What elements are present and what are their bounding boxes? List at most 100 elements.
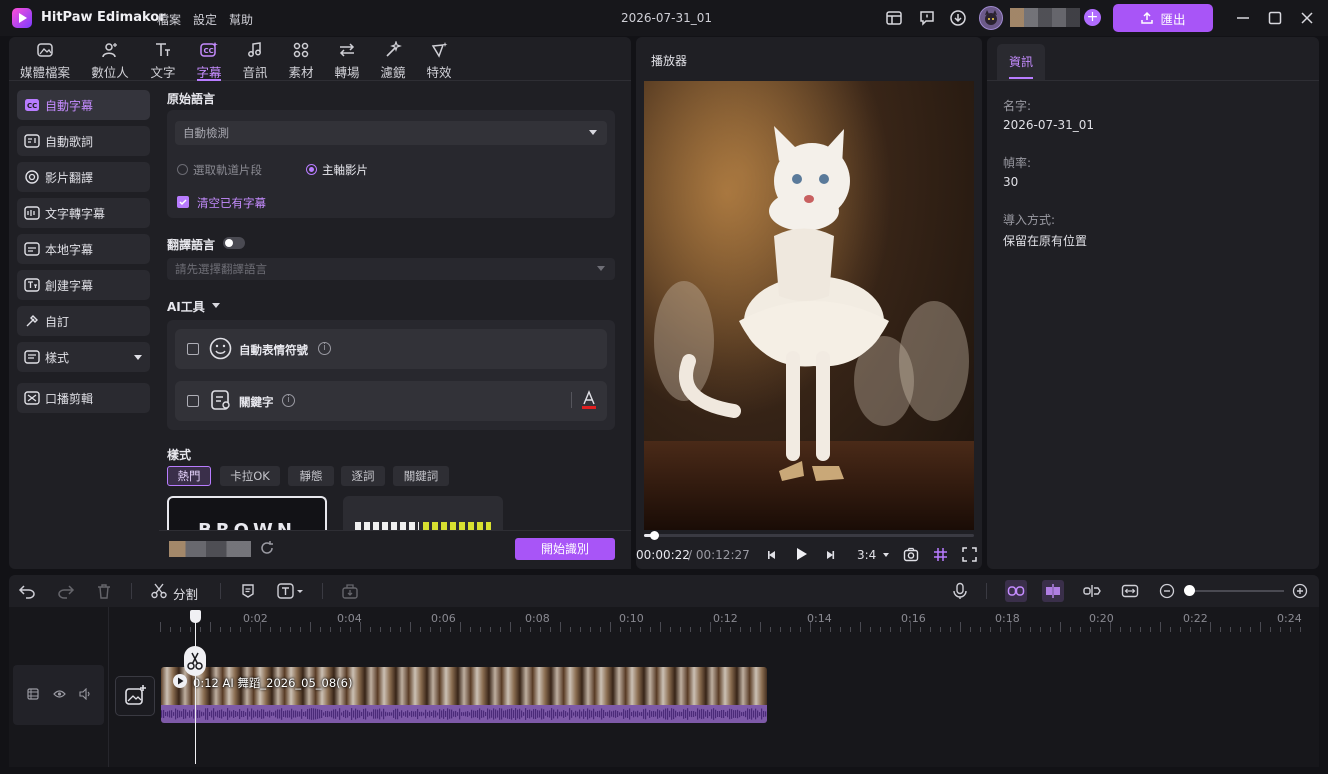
tab-text[interactable]: 文字 xyxy=(139,40,187,80)
style-chip-karaoke[interactable]: 卡拉OK xyxy=(220,466,280,486)
style-chip-popular[interactable]: 熱門 xyxy=(167,466,211,486)
source-language-select[interactable]: 自動檢測 xyxy=(175,121,607,145)
tab-elements[interactable]: 素材 xyxy=(277,40,325,80)
fullscreen-icon[interactable] xyxy=(962,547,977,562)
microphone-icon[interactable] xyxy=(950,581,970,601)
keywords-label: 關鍵字 xyxy=(239,395,274,409)
link-icon[interactable] xyxy=(1005,580,1027,602)
font-color-icon[interactable] xyxy=(580,390,598,410)
feedback-icon[interactable] xyxy=(915,6,939,30)
layout-icon[interactable] xyxy=(882,6,906,30)
upgrade-plus-icon[interactable]: + xyxy=(1084,9,1101,26)
redo-icon[interactable] xyxy=(56,581,76,601)
player-progress-track[interactable] xyxy=(644,534,974,537)
zoom-out-icon[interactable] xyxy=(1157,581,1177,601)
translate-language-select[interactable]: 請先選擇翻譯語言 xyxy=(167,258,615,280)
total-time: / 00:12:27 xyxy=(688,548,750,562)
tab-subtitle[interactable]: CC 字幕 xyxy=(185,40,233,81)
refresh-icon[interactable] xyxy=(259,540,275,556)
clear-existing-checkbox[interactable] xyxy=(177,196,189,208)
player-progress-handle[interactable] xyxy=(650,531,659,540)
sidebar-item-video-translate[interactable]: 影片翻譯 xyxy=(17,162,150,192)
maximize-icon[interactable] xyxy=(1263,6,1287,30)
next-frame-icon[interactable] xyxy=(823,548,837,562)
sidebar-item-speech-cut[interactable]: 口播剪輯 xyxy=(17,383,150,413)
add-media-button[interactable] xyxy=(115,676,155,716)
track-header-divider xyxy=(108,607,109,767)
snapshot-icon[interactable] xyxy=(903,547,919,562)
text-template-icon[interactable] xyxy=(276,581,306,601)
minimize-icon[interactable] xyxy=(1231,6,1255,30)
sidebar-item-create-subtitle[interactable]: 創建字幕 xyxy=(17,270,150,300)
download-icon[interactable] xyxy=(946,6,970,30)
radio-selected-clip-label: 選取軌道片段 xyxy=(193,163,262,177)
sidebar-item-custom[interactable]: 自訂 xyxy=(17,306,150,336)
info-tab-divider xyxy=(987,80,1319,81)
sidebar-item-text-to-subtitle[interactable]: 文字轉字幕 xyxy=(17,198,150,228)
tab-transition[interactable]: 轉場 xyxy=(323,40,371,80)
zoom-in-icon[interactable] xyxy=(1290,581,1310,601)
current-time: 00:00:22 xyxy=(636,548,690,562)
clip-label: 0:12 AI 舞蹈_2026_05_08(6) xyxy=(193,676,353,690)
start-recognition-button[interactable]: 開始識別 xyxy=(515,538,615,560)
auto-emoji-checkbox[interactable] xyxy=(187,343,199,355)
keyword-doc-icon xyxy=(210,389,232,411)
translate-toggle[interactable] xyxy=(223,237,245,249)
play-icon[interactable] xyxy=(173,674,187,688)
film-track-icon[interactable] xyxy=(27,688,39,700)
scissors-icon[interactable] xyxy=(149,581,169,601)
grid-icon[interactable] xyxy=(933,547,948,562)
style-preview-card-2[interactable] xyxy=(343,496,503,530)
user-avatar[interactable] xyxy=(979,6,1003,30)
play-icon[interactable] xyxy=(793,546,809,562)
menu-help[interactable]: 幫助 xyxy=(229,11,253,28)
playhead-split-button[interactable] xyxy=(184,646,206,676)
fit-timeline-icon[interactable] xyxy=(1120,581,1140,601)
delete-icon[interactable] xyxy=(94,581,114,601)
radio-selected-clip[interactable] xyxy=(177,164,188,175)
radio-main-video[interactable] xyxy=(306,164,317,175)
style-chip-keyword[interactable]: 關鍵詞 xyxy=(393,466,449,486)
tab-digital-human[interactable]: 數位人 xyxy=(86,40,134,80)
info-icon[interactable]: i xyxy=(282,394,295,407)
tab-active-underline xyxy=(1009,77,1033,79)
style-preview-card-1[interactable]: BROWN xyxy=(167,496,327,530)
subtitle-track-icon[interactable] xyxy=(238,581,258,601)
keywords-checkbox[interactable] xyxy=(187,395,199,407)
sidebar-item-style[interactable]: 樣式 xyxy=(17,342,150,372)
chevron-down-icon[interactable] xyxy=(212,303,220,308)
aspect-ratio[interactable]: 3:4 xyxy=(857,548,876,562)
menu-settings[interactable]: 設定 xyxy=(193,11,217,28)
ruler-label: 0:24 xyxy=(1277,612,1302,625)
close-icon[interactable] xyxy=(1295,6,1319,30)
menu-file[interactable]: 檔案 xyxy=(157,11,181,28)
playhead-handle[interactable] xyxy=(190,610,201,623)
speaker-icon[interactable] xyxy=(79,688,92,700)
undo-icon[interactable] xyxy=(17,581,37,601)
sidebar-item-auto-subtitle[interactable]: CC 自動字幕 xyxy=(17,90,150,120)
zoom-slider-track[interactable] xyxy=(1188,590,1284,592)
chevron-down-icon[interactable] xyxy=(883,553,889,557)
info-icon[interactable]: i xyxy=(318,342,331,355)
tab-media[interactable]: 媒體檔案 xyxy=(16,40,74,80)
magnet-snap-icon[interactable] xyxy=(1042,580,1064,602)
tab-effects[interactable]: 特效 xyxy=(415,40,463,80)
export-button[interactable]: 匯出 xyxy=(1113,4,1213,32)
freeze-frame-icon[interactable] xyxy=(340,581,360,601)
info-tab[interactable]: 資訊 xyxy=(997,44,1045,80)
ruler-label: 0:08 xyxy=(525,612,550,625)
local-subtitle-icon xyxy=(24,241,40,257)
user-name-blurred xyxy=(1010,8,1080,27)
split-audio-icon[interactable] xyxy=(1082,581,1102,601)
style-chip-word[interactable]: 逐詞 xyxy=(341,466,385,486)
sidebar-item-local-subtitle[interactable]: 本地字幕 xyxy=(17,234,150,264)
tab-audio[interactable]: 音訊 xyxy=(231,40,279,80)
split-label[interactable]: 分割 xyxy=(173,584,198,603)
tab-filter[interactable]: 濾鏡 xyxy=(369,40,417,80)
sidebar-item-auto-lyrics[interactable]: 自動歌詞 xyxy=(17,126,150,156)
style-chip-static[interactable]: 靜態 xyxy=(288,466,334,486)
previous-frame-icon[interactable] xyxy=(765,548,779,562)
project-title: 2026-07-31_01 xyxy=(621,11,713,25)
eye-icon[interactable] xyxy=(53,689,66,699)
zoom-slider-handle[interactable] xyxy=(1184,585,1195,596)
